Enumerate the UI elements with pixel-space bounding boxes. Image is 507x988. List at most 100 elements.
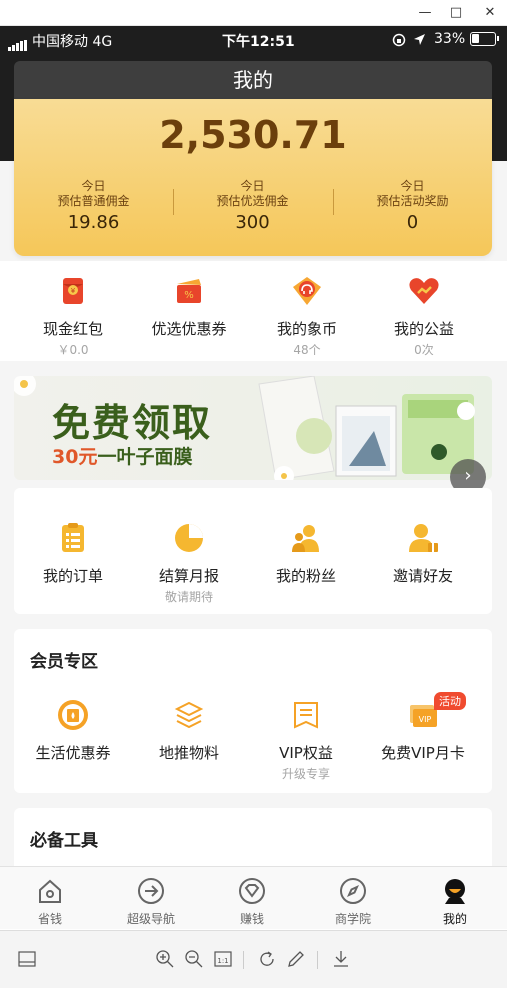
window-titlebar: — □ ✕ [0,0,507,26]
menu-label: 邀请好友 [392,567,453,585]
banner-subtitle: 30元一叶子面膜 [52,442,192,469]
banner-product: 一叶子面膜 [97,446,193,468]
member-free-vip-card[interactable]: 活动 VIP 免费VIP月卡 [364,692,482,763]
member-section-title: 会员专区 [30,652,98,672]
tab-label: 省钱 [37,912,62,926]
bottom-tabbar: 省钱 超级导航 赚钱 商学院 我的 [0,866,507,929]
quick-entry-label: 优选优惠券 [151,320,227,338]
tools-section-title: 必备工具 [30,831,98,851]
tab-save[interactable]: 省钱 [0,877,100,927]
carrier-label: 中国移动 4G [32,34,113,50]
quick-entry-label: 现金红包 [42,320,103,338]
quick-entry-label: 我的象币 [276,320,337,338]
svg-text:1:1: 1:1 [217,957,228,965]
quick-entry-coupon[interactable]: % 优选优惠券 [130,275,248,339]
red-envelope-icon: ¥ [63,278,83,304]
vip-rights-icon [294,702,318,729]
home-save-icon [39,879,61,903]
navigation-arrow-icon [138,878,164,904]
earn-diamond-icon [239,878,265,904]
earning-label: 预估活动奖励 [376,194,449,208]
battery-percent: 33% [434,31,466,47]
menu-my-orders[interactable]: 我的订单 [14,522,132,586]
location-icon [414,34,425,45]
member-label: VIP权益 [279,744,333,762]
battery-icon [470,32,499,46]
rotation-lock-icon [392,33,406,47]
tab-earn[interactable]: 赚钱 [202,877,302,927]
member-vip-rights[interactable]: VIP权益 升级专享 [247,699,365,782]
tab-mine[interactable]: 我的 [405,877,505,927]
member-life-coupon[interactable]: 生活优惠券 [14,699,132,763]
member-materials[interactable]: 地推物料 [130,699,248,763]
fans-icon [292,525,319,552]
zoom-out-icon[interactable] [184,949,204,969]
menu-sub: 敬请期待 [164,590,213,604]
member-sub: 升级专享 [281,767,330,781]
earning-item: 今日 预估普通佣金 19.86 [14,179,173,233]
charity-heart-icon [409,278,439,304]
close-icon[interactable]: ✕ [479,3,501,23]
activity-tag: 活动 [434,692,466,710]
member-label: 地推物料 [158,744,219,762]
materials-stack-icon [174,701,204,729]
tab-business-school[interactable]: 商学院 [303,877,403,927]
earning-value: 300 [235,212,270,233]
member-label: 生活优惠券 [35,744,111,762]
quick-entry-charity[interactable]: 我的公益 0次 [365,275,483,358]
download-icon[interactable] [331,949,351,969]
tab-super-navigation[interactable]: 超级导航 [101,877,201,927]
elephant-coin-icon [293,277,321,305]
member-card: 会员专区 生活优惠券 地推物料 VIP权益 升级专享 活动 VIP 免费VIP月… [14,629,492,793]
earning-label: 预估优选佣金 [216,194,289,208]
earning-label: 预估普通佣金 [57,194,130,208]
phone-screen: 中国移动 4G 下午12:51 33% 我的 2,530.71 今日 预估普通佣… [0,26,507,929]
invite-friend-icon [409,524,438,552]
earning-label-day: 今日 [240,179,265,193]
quick-entries: ¥ 现金红包 ￥0.0 % 优选优惠券 我的象币 48个 我的公益 0次 [0,261,507,361]
earning-label-day: 今日 [400,179,425,193]
status-time: 下午12:51 [222,34,295,50]
quick-entry-sub: 48个 [293,343,321,357]
actual-size-icon[interactable]: 1:1 [213,949,233,969]
maximize-icon[interactable]: □ [445,3,467,23]
tab-label: 赚钱 [239,912,264,926]
orders-card: 我的订单 结算月报 敬请期待 我的粉丝 邀请好友 [14,488,492,614]
pie-chart-icon [175,524,203,552]
tab-label: 超级导航 [126,912,175,926]
minimize-icon[interactable]: — [414,3,436,23]
quick-entry-sub: 0次 [414,343,434,357]
order-list-icon [62,523,84,552]
promo-banner[interactable]: 免费领取 30元一叶子面膜 [14,376,492,480]
toolbar-divider [243,951,244,969]
menu-label: 结算月报 [158,567,219,585]
quick-entry-label: 我的公益 [393,320,454,338]
profile-icon [445,879,465,904]
zoom-in-icon[interactable] [155,949,175,969]
banner-title: 免费领取 [52,401,213,445]
rotate-icon[interactable] [257,949,277,969]
menu-my-fans[interactable]: 我的粉丝 [247,522,365,586]
page-title: 我的 [14,61,492,99]
signal-icon [8,35,28,51]
edit-pencil-icon[interactable] [286,949,306,969]
earning-item: 今日 预估优选佣金 300 [173,179,332,233]
earning-label-day: 今日 [81,179,106,193]
earning-item: 今日 预估活动奖励 0 [333,179,492,233]
earning-value: 0 [406,212,419,233]
svg-text:VIP: VIP [419,715,432,724]
quick-entry-cash-redpacket[interactable]: ¥ 现金红包 ￥0.0 [14,275,132,358]
svg-text:%: % [184,290,194,301]
toolbar-divider [317,951,318,969]
menu-monthly-report[interactable]: 结算月报 敬请期待 [130,522,248,605]
tab-label: 我的 [442,912,467,926]
menu-invite-friends[interactable]: 邀请好友 [364,522,482,586]
quick-entry-sub: ￥0.0 [57,343,89,357]
earning-value: 19.86 [67,212,120,233]
thumbnail-view-icon[interactable] [17,949,37,969]
earnings-total: 2,530.71 [159,113,347,157]
quick-entry-elephant-coin[interactable]: 我的象币 48个 [248,275,366,358]
tab-label: 商学院 [334,912,371,926]
earnings-card[interactable]: 2,530.71 今日 预估普通佣金 19.86 今日 预估优选佣金 300 今… [14,99,492,256]
member-label: 免费VIP月卡 [381,744,465,762]
